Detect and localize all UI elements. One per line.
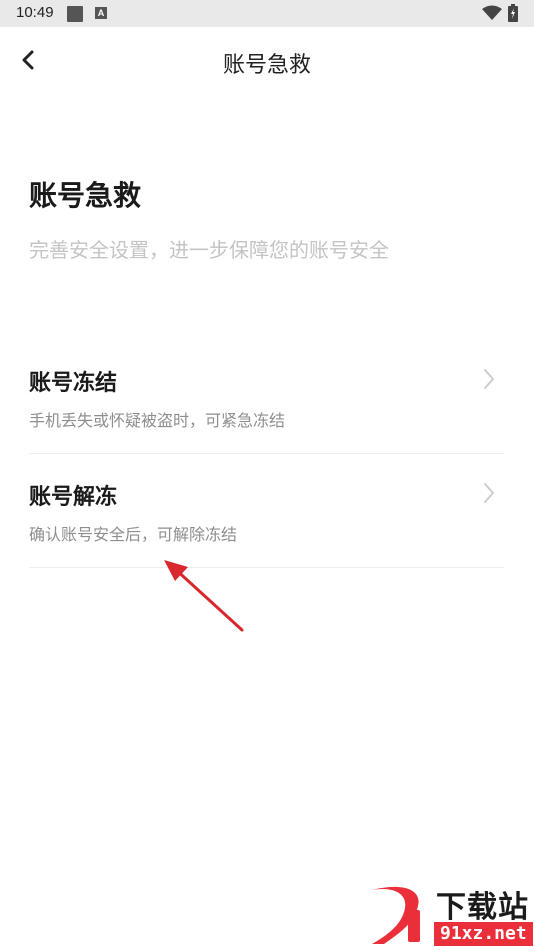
watermark: 下载站 91xz.net [362, 882, 534, 950]
notification-square-icon [67, 6, 83, 22]
list-item-title: 账号冻结 [29, 371, 118, 396]
battery-icon [508, 4, 518, 26]
watermark-url: 91xz.net [434, 922, 533, 946]
page-title: 账号急救 [222, 53, 311, 78]
annotation-arrow-icon [164, 560, 244, 632]
list-item-desc: 手机丢失或怀疑被盗时，可紧急冻结 [29, 411, 286, 430]
list-item-desc: 确认账号安全后，可解除冻结 [29, 525, 238, 544]
nav-bar: 账号急救 [0, 27, 534, 97]
notification-a-icon: A [95, 7, 107, 19]
chevron-right-icon [484, 483, 494, 503]
watermark-cn: 下载站 [436, 890, 529, 925]
hero-title: 账号急救 [29, 179, 142, 212]
list-item-title: 账号解冻 [29, 485, 118, 510]
option-list: 账号冻结 手机丢失或怀疑被盗时，可紧急冻结 账号解冻 确认账号安全后，可解除冻结 [29, 340, 504, 568]
watermark-logo-icon [372, 886, 420, 944]
chevron-right-icon [484, 369, 494, 389]
status-time: 10:49 [16, 4, 54, 21]
hero-subtitle: 完善安全设置，进一步保障您的账号安全 [29, 238, 389, 262]
status-bar: 10:49 A [0, 0, 534, 27]
list-item-freeze-account[interactable]: 账号冻结 手机丢失或怀疑被盗时，可紧急冻结 [29, 340, 504, 454]
list-item-unfreeze-account[interactable]: 账号解冻 确认账号安全后，可解除冻结 [29, 454, 504, 568]
wifi-icon [482, 5, 502, 25]
